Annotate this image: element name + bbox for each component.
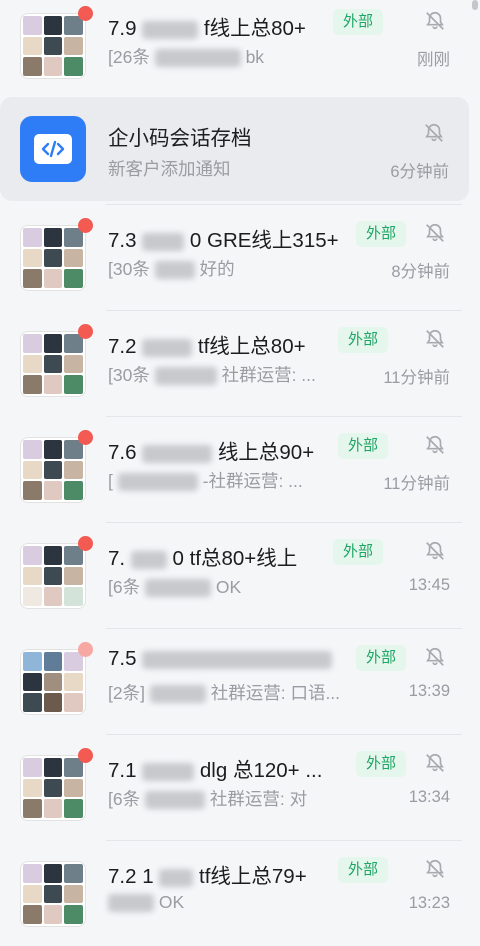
timestamp: 13:23 — [408, 894, 450, 912]
conversation-title: 7.9 f线上总80+ — [108, 17, 306, 40]
external-badge: 外部 — [338, 857, 389, 883]
mute-bell-icon — [426, 647, 444, 666]
external-badge: 外部 — [333, 9, 384, 35]
message-preview: [ -社群运营: ... — [108, 471, 303, 492]
unread-dot — [78, 324, 93, 339]
message-preview: 新客户添加通知 — [108, 159, 231, 179]
message-preview: [6条 OK — [108, 577, 242, 598]
conversation-title: 7.2 tf线上总80+ — [108, 335, 306, 358]
unread-dot — [78, 748, 93, 763]
conversation-item[interactable]: 7.3 0 GRE线上315+ 外部 [30条 好的 8分钟前 — [0, 204, 470, 310]
group-avatar — [20, 543, 86, 609]
conversation-title: 7.3 0 GRE线上315+ — [108, 229, 339, 252]
group-avatar — [20, 225, 86, 291]
group-avatar — [20, 861, 86, 927]
conversation-title: 7.6 线上总90+ — [108, 441, 315, 464]
unread-dot — [78, 642, 93, 657]
timestamp: 8分钟前 — [391, 263, 450, 281]
timestamp: 11分钟前 — [383, 475, 450, 493]
mute-bell-icon — [426, 11, 444, 30]
timestamp: 13:34 — [408, 788, 450, 806]
conversation-title: 7. 0 tf总80+线上 — [108, 547, 298, 570]
timestamp: 6分钟前 — [390, 163, 449, 181]
group-avatar — [20, 649, 86, 715]
conversation-item[interactable]: 企小码会话存档 新客户添加通知 6分钟前 — [0, 97, 469, 201]
message-preview: [30条 好的 — [108, 259, 235, 280]
scrollbar-thumb[interactable] — [472, 0, 478, 10]
unread-dot — [78, 430, 93, 445]
group-avatar — [20, 437, 86, 503]
conversation-item[interactable]: 7.5 外部 [2条] 社群运营: 口语... 13:39 — [0, 628, 470, 734]
conversation-title: 7.1 dlg 总120+ ... — [108, 759, 323, 782]
group-avatar — [20, 331, 86, 397]
conversation-title: 7.2 1 tf线上总79+ — [108, 865, 307, 888]
code-app-icon — [20, 116, 86, 182]
timestamp: 13:39 — [408, 682, 450, 700]
timestamp: 11分钟前 — [383, 369, 450, 387]
external-badge: 外部 — [356, 751, 407, 777]
message-preview: [30条 社群运营: ... — [108, 365, 316, 386]
unread-dot — [78, 6, 93, 21]
unread-dot — [78, 218, 93, 233]
conversation-title: 企小码会话存档 — [108, 127, 252, 150]
conversation-title: 7.5 — [108, 647, 333, 671]
external-badge: 外部 — [333, 539, 384, 565]
conversation-item[interactable]: 7. 0 tf总80+线上 外部 [6条 OK 13:45 — [0, 522, 470, 628]
conversation-item[interactable]: 7.9 f线上总80+ 外部 [26条 bk 刚刚 — [0, 0, 470, 98]
external-badge: 外部 — [338, 327, 389, 353]
conversation-item[interactable]: 7.6 线上总90+ 外部 [ -社群运营: ... 11分钟前 — [0, 416, 470, 522]
mute-bell-icon — [426, 859, 444, 878]
unread-dot — [78, 536, 93, 551]
external-badge: 外部 — [356, 221, 407, 247]
group-avatar — [20, 755, 86, 821]
mute-bell-icon — [425, 123, 443, 142]
conversation-item[interactable]: 7.2 tf线上总80+ 外部 [30条 社群运营: ... 11分钟前 — [0, 310, 470, 416]
mute-bell-icon — [426, 329, 444, 348]
mute-bell-icon — [426, 753, 444, 772]
mute-bell-icon — [426, 435, 444, 454]
message-preview: [26条 bk — [108, 47, 265, 68]
mute-bell-icon — [426, 541, 444, 560]
external-badge: 外部 — [356, 645, 407, 671]
timestamp: 刚刚 — [417, 51, 450, 69]
message-preview: [6条 社群运营: 对 — [108, 789, 308, 810]
message-preview: [2条] 社群运营: 口语... — [108, 683, 341, 704]
group-avatar — [20, 13, 86, 79]
mute-bell-icon — [426, 223, 444, 242]
external-badge: 外部 — [338, 433, 389, 459]
timestamp: 13:45 — [408, 576, 450, 594]
conversation-item[interactable]: 7.2 1 tf线上总79+ 外部 OK 13:23 — [0, 840, 470, 946]
message-preview: OK — [108, 892, 184, 913]
conversation-item[interactable]: 7.1 dlg 总120+ ... 外部 [6条 社群运营: 对 13:34 — [0, 734, 470, 840]
